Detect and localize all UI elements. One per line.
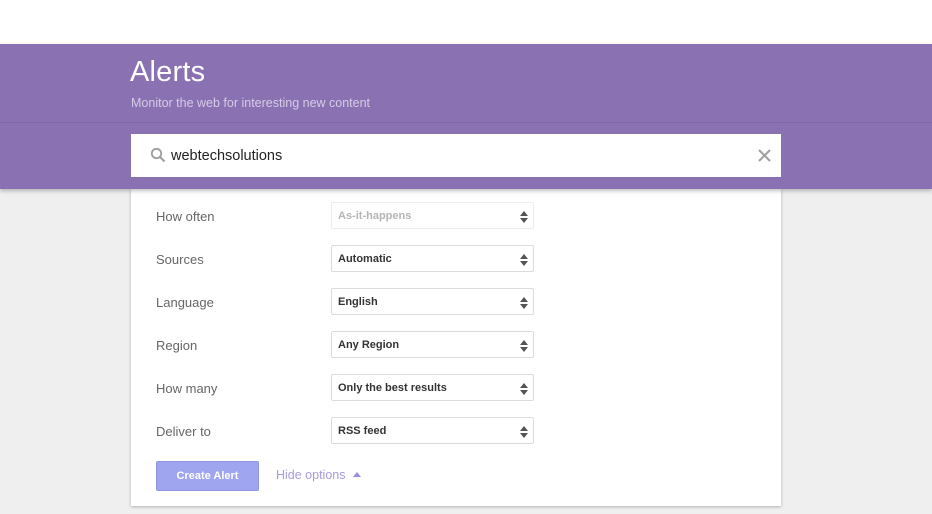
option-label: How many <box>156 381 218 396</box>
region-select[interactable]: Any Region <box>331 331 534 358</box>
header-divider <box>0 122 932 123</box>
sort-arrows-icon <box>520 340 528 352</box>
select-value: RSS feed <box>338 425 387 437</box>
header: Alerts Monitor the web for interesting n… <box>0 44 932 189</box>
page-subtitle: Monitor the web for interesting new cont… <box>131 96 371 110</box>
deliver-to-select[interactable]: RSS feed <box>331 417 534 444</box>
page-title: Alerts <box>130 56 206 88</box>
select-value: Any Region <box>338 339 400 351</box>
close-icon[interactable] <box>757 148 772 163</box>
sources-select[interactable]: Automatic <box>331 245 534 272</box>
option-row-how-many: How many Only the best results <box>131 374 781 404</box>
option-label: Deliver to <box>156 424 211 439</box>
option-row-how-often: How often As-it-happens <box>131 202 781 232</box>
sort-arrows-icon <box>520 297 528 309</box>
how-many-select[interactable]: Only the best results <box>331 374 534 401</box>
create-alert-button[interactable]: Create Alert <box>156 461 259 491</box>
sort-arrows-icon <box>520 426 528 438</box>
select-value: Automatic <box>338 253 392 265</box>
search-input[interactable] <box>171 144 731 168</box>
caret-up-icon <box>352 472 361 477</box>
select-value: English <box>338 296 378 308</box>
hide-options-link[interactable]: Hide options <box>276 468 361 482</box>
search-icon <box>150 147 166 163</box>
option-label: Region <box>156 338 198 353</box>
how-often-select[interactable]: As-it-happens <box>331 202 534 229</box>
language-select[interactable]: English <box>331 288 534 315</box>
options-card: How often As-it-happens Sources Automati… <box>131 189 781 506</box>
select-value: As-it-happens <box>338 210 412 222</box>
search-box <box>131 134 781 177</box>
option-row-language: Language English <box>131 288 781 318</box>
option-row-sources: Sources Automatic <box>131 245 781 275</box>
option-label: Sources <box>156 252 204 267</box>
option-row-deliver-to: Deliver to RSS feed <box>131 417 781 447</box>
sort-arrows-icon <box>520 211 528 223</box>
option-label: How often <box>156 209 215 224</box>
top-blank-area <box>0 0 932 44</box>
option-row-region: Region Any Region <box>131 331 781 361</box>
sort-arrows-icon <box>520 254 528 266</box>
option-label: Language <box>156 295 214 310</box>
hide-options-label: Hide options <box>276 468 346 482</box>
select-value: Only the best results <box>338 382 447 394</box>
sort-arrows-icon <box>520 383 528 395</box>
